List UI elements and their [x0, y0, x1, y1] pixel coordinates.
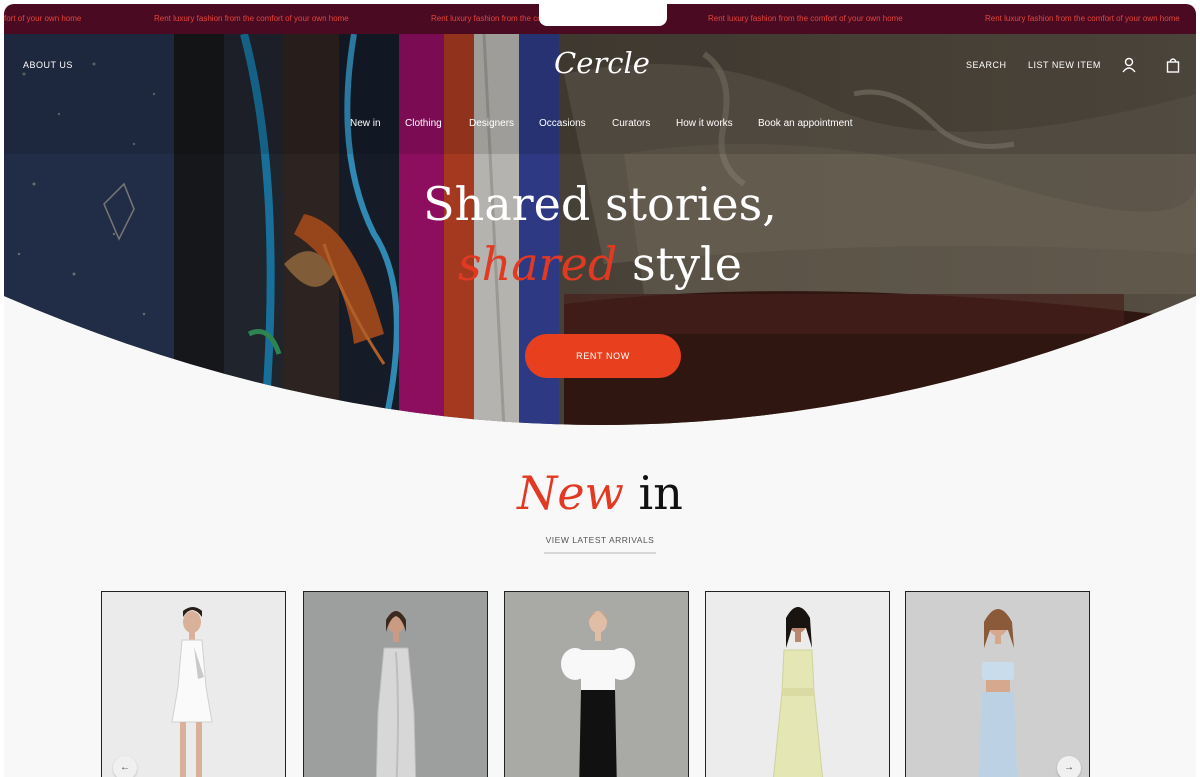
shopping-bag-icon[interactable]: [1164, 56, 1182, 74]
product-card[interactable]: [705, 591, 890, 777]
hero-headline-line2: shared style: [400, 234, 800, 294]
product-image: [505, 592, 688, 777]
arrow-right-icon[interactable]: →: [1057, 756, 1081, 777]
product-image: [304, 592, 487, 777]
nav-designers[interactable]: Designers: [469, 118, 514, 129]
new-in-title: New in: [450, 466, 750, 520]
new-in-title-accent: New: [517, 466, 624, 520]
window-notch: [539, 4, 667, 26]
announcement-text: fort of your own home: [4, 14, 82, 23]
page-frame: fort of your own home Rent luxury fashio…: [4, 4, 1196, 777]
product-image: [906, 592, 1089, 777]
view-latest-arrivals-link[interactable]: VIEW LATEST ARRIVALS: [544, 535, 656, 554]
product-card[interactable]: [303, 591, 488, 777]
announcement-text: Rent luxury fashion from the comfort of …: [708, 14, 903, 23]
new-in-title-rest: in: [623, 466, 683, 520]
product-card[interactable]: [504, 591, 689, 777]
nav-new-in[interactable]: New in: [350, 118, 381, 129]
hero-headline: Shared stories, shared style: [400, 174, 800, 294]
nav-clothing[interactable]: Clothing: [405, 118, 442, 129]
nav-book-appointment[interactable]: Book an appointment: [758, 118, 853, 129]
announcement-bar: fort of your own home Rent luxury fashio…: [4, 4, 1196, 34]
product-card[interactable]: [905, 591, 1090, 777]
list-new-item-link[interactable]: LIST NEW ITEM: [1028, 60, 1101, 70]
announcement-text: Rent luxury fashion from the comfort of …: [985, 14, 1180, 23]
hero-section: ABOUT US Cercle SEARCH LIST NEW ITEM New…: [4, 34, 1196, 429]
search-link[interactable]: SEARCH: [966, 60, 1007, 70]
product-image: [706, 592, 889, 777]
arrow-left-icon[interactable]: ←: [113, 756, 137, 777]
about-us-link[interactable]: ABOUT US: [23, 60, 73, 70]
user-icon[interactable]: [1120, 56, 1138, 74]
brand-logo[interactable]: Cercle: [552, 46, 652, 80]
product-image: [102, 592, 285, 777]
nav-occasions[interactable]: Occasions: [539, 118, 586, 129]
hero-headline-line1: Shared stories,: [423, 177, 777, 231]
product-card[interactable]: [101, 591, 286, 777]
announcement-text: Rent luxury fashion from the comfort of …: [154, 14, 349, 23]
nav-how-it-works[interactable]: How it works: [676, 118, 733, 129]
rent-now-button[interactable]: RENT NOW: [525, 334, 681, 378]
nav-curators[interactable]: Curators: [612, 118, 650, 129]
main-navigation: New in Clothing Designers Occasions Cura…: [4, 118, 1196, 138]
hero-headline-rest: style: [617, 237, 742, 291]
hero-headline-accent: shared: [458, 237, 618, 291]
